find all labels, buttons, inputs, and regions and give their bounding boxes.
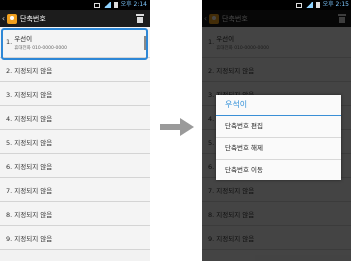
- phone-screen-before: 오후 2:14 ‹ 단축번호 1. 우선이 휴대전화 010-0000-0000…: [0, 0, 150, 261]
- list-item-1[interactable]: 1. 우선이 휴대전화 010-0000-0000: [0, 27, 150, 58]
- list-item-number: 1.: [6, 38, 13, 46]
- app-bar: ‹ 단축번호: [0, 10, 150, 27]
- list-item[interactable]: 7. 지정되지 않음: [0, 178, 150, 202]
- contact-name: 우선이: [14, 35, 33, 43]
- arrow-right-icon: [160, 118, 194, 136]
- status-time: 오후 2:14: [120, 1, 147, 8]
- scrollbar-thumb[interactable]: [144, 36, 146, 50]
- status-time: 오후 2:15: [322, 1, 349, 8]
- signal-icon: [304, 2, 313, 8]
- status-bar: 오후 2:14: [0, 0, 150, 10]
- screenshot-icon: [93, 2, 100, 8]
- phone-screen-after: 오후 2:15 ‹ 단축번호 1. 우선이 휴대전화 010-0000-0000…: [202, 0, 351, 261]
- battery-icon: [315, 2, 320, 8]
- menu-item-edit[interactable]: 단축번호 편집: [216, 116, 341, 138]
- signal-icon: [102, 2, 111, 8]
- context-menu-dialog: 우석이 단축번호 편집 단축번호 해제 단축번호 이동: [216, 95, 341, 180]
- app-title: 단축번호: [20, 14, 46, 23]
- list-item[interactable]: 9. 지정되지 않음: [0, 226, 150, 250]
- dialog-title: 우석이: [216, 95, 341, 116]
- list-item[interactable]: 8. 지정되지 않음: [0, 202, 150, 226]
- battery-icon: [113, 2, 118, 8]
- list-item[interactable]: 5. 지정되지 않음: [0, 130, 150, 154]
- trash-icon[interactable]: [136, 14, 144, 23]
- list-item[interactable]: 2. 지정되지 않음: [0, 58, 150, 82]
- list-item[interactable]: 3. 지정되지 않음: [0, 82, 150, 106]
- speed-dial-app-icon: [7, 13, 17, 24]
- list-item[interactable]: 4. 지정되지 않음: [0, 106, 150, 130]
- back-chevron-icon[interactable]: ‹: [0, 14, 7, 23]
- screenshot-icon: [295, 2, 302, 8]
- speed-dial-list: 1. 우선이 휴대전화 010-0000-0000 2. 지정되지 않음 3. …: [0, 27, 150, 250]
- contact-phone: 휴대전화 010-0000-0000: [14, 46, 67, 51]
- menu-item-release[interactable]: 단축번호 해제: [216, 138, 341, 160]
- list-item[interactable]: 6. 지정되지 않음: [0, 154, 150, 178]
- menu-item-move[interactable]: 단축번호 이동: [216, 160, 341, 181]
- status-bar: 오후 2:15: [202, 0, 351, 10]
